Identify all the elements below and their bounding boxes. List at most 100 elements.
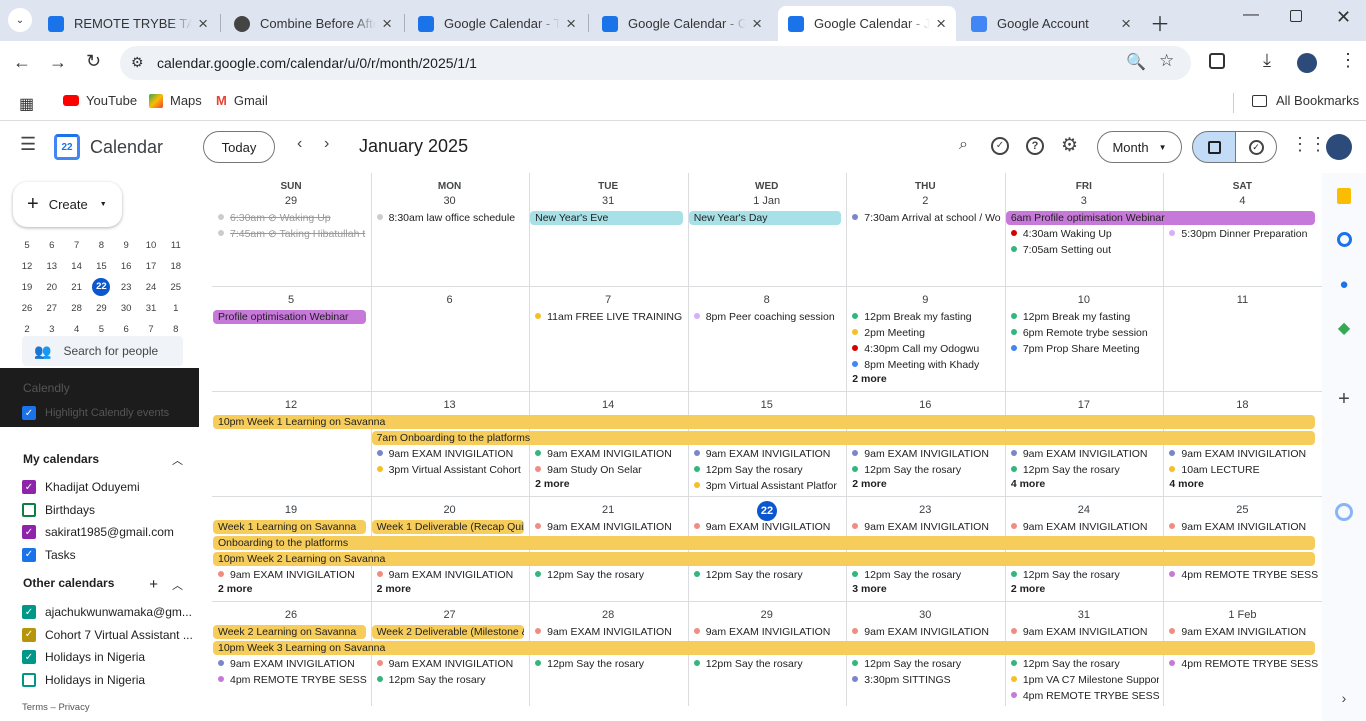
mini-calendar-day[interactable]: 28 — [65, 303, 89, 314]
timed-event[interactable]: 9am EXAM INVIGILATION — [531, 519, 684, 535]
close-tab-icon[interactable]: × — [566, 14, 576, 34]
task-check-icon[interactable]: ✓ — [991, 137, 1009, 155]
timed-event[interactable]: 10am LECTURE — [1165, 462, 1318, 478]
restore-window-button[interactable] — [1290, 10, 1302, 22]
mini-calendar-day[interactable]: 5 — [15, 240, 39, 251]
timed-event[interactable]: 9am EXAM INVIGILATION — [214, 567, 367, 583]
mini-calendar-day[interactable]: 5 — [89, 324, 113, 335]
browser-tab[interactable]: Google Calendar - Task × — [408, 6, 586, 41]
reload-icon[interactable]: ↻ — [86, 51, 101, 72]
timed-event[interactable]: 12pm Say the rosary — [531, 567, 684, 583]
all-day-event-chip[interactable]: New Year's Day — [688, 211, 842, 225]
more-events-link[interactable]: 2 more — [373, 583, 411, 595]
timed-event[interactable]: 9am EXAM INVIGILATION — [690, 624, 843, 640]
profile-avatar[interactable] — [1297, 53, 1317, 73]
timed-event[interactable]: 9am EXAM INVIGILATION — [690, 446, 843, 462]
download-icon[interactable]: ⤓ — [1263, 50, 1271, 71]
next-month-icon[interactable]: › — [324, 135, 329, 153]
settings-gear-icon[interactable]: ⚙ — [1061, 134, 1078, 157]
forward-icon[interactable]: → — [49, 52, 67, 73]
day-number[interactable]: 9 — [846, 294, 1004, 306]
timed-event[interactable]: 4pm REMOTE TRYBE SESSIO — [1007, 688, 1159, 704]
timed-event[interactable]: 9am EXAM INVIGILATION — [848, 624, 1001, 640]
timed-event[interactable]: 7:30am Arrival at school / Wo — [848, 210, 1001, 226]
day-number[interactable]: 6 — [371, 294, 529, 306]
account-avatar[interactable] — [1326, 134, 1352, 160]
apps-grid-icon[interactable]: ▦ — [19, 94, 34, 114]
checkbox[interactable]: ✓ — [22, 605, 36, 619]
timed-event[interactable]: 5:30pm Dinner Preparation — [1165, 226, 1318, 242]
mini-calendar-day[interactable]: 16 — [114, 261, 138, 272]
calendar-list-item[interactable]: Birthdays — [22, 502, 95, 517]
checkbox[interactable]: ✓ — [22, 480, 36, 494]
day-number[interactable]: 24 — [1005, 504, 1163, 516]
privacy-link[interactable]: Privacy — [58, 702, 89, 713]
timed-event[interactable]: 12pm Say the rosary — [373, 672, 526, 688]
site-info-icon[interactable]: ⚙ — [131, 54, 144, 71]
calendar-list-item[interactable]: ✓ Khadijat Oduyemi — [22, 480, 140, 494]
day-number[interactable]: 21 — [529, 504, 687, 516]
mini-calendar-day[interactable]: 30 — [114, 303, 138, 314]
address-bar[interactable]: ⚙ calendar.google.com/calendar/u/0/r/mon… — [120, 46, 1191, 80]
google-apps-icon[interactable]: ⋮⋮ — [1291, 134, 1327, 155]
day-number[interactable]: 18 — [1163, 399, 1321, 411]
day-number[interactable]: 3 — [1005, 195, 1163, 207]
timed-event[interactable]: 3pm Virtual Assistant Platfor — [690, 478, 843, 494]
day-number[interactable]: 5 — [212, 294, 370, 306]
close-tab-icon[interactable]: × — [382, 14, 392, 34]
day-number[interactable]: 29 — [688, 609, 846, 621]
mini-calendar-day[interactable]: 25 — [164, 282, 188, 293]
checkbox[interactable]: ✓ — [22, 650, 36, 664]
browser-menu-icon[interactable]: ⋮ — [1339, 50, 1357, 71]
expand-panel-icon[interactable]: › — [1334, 688, 1354, 708]
browser-tab[interactable]: REMOTE TRYBE TASK × — [38, 6, 218, 41]
day-number[interactable]: 17 — [1005, 399, 1163, 411]
timed-event[interactable]: 12pm Say the rosary — [531, 656, 684, 672]
more-events-link[interactable]: 4 more — [1165, 478, 1203, 490]
close-tab-icon[interactable]: × — [198, 14, 208, 34]
mini-calendar-day[interactable]: 8 — [164, 324, 188, 335]
timed-event[interactable]: 6pm Remote trybe session — [1007, 325, 1160, 341]
timed-event[interactable]: 1pm VA C7 Milestone Support — [1007, 672, 1159, 688]
day-number[interactable]: 1 Feb — [1163, 609, 1321, 621]
timed-event[interactable]: 12pm Say the rosary — [1007, 567, 1160, 583]
browser-tab[interactable]: Google Calendar - Ja × — [778, 6, 956, 41]
all-day-event-chip[interactable]: Week 2 Deliverable (Milestone & — [371, 625, 525, 639]
add-calendar-icon[interactable]: + — [149, 576, 158, 593]
timed-event[interactable]: 12pm Break my fasting — [848, 309, 1001, 325]
day-number[interactable]: 28 — [529, 609, 687, 621]
day-number[interactable]: 29 — [212, 195, 370, 207]
all-day-event-chip[interactable]: Week 2 Learning on Savanna — [213, 625, 366, 639]
today-button[interactable]: Today — [203, 131, 275, 163]
day-number[interactable]: 26 — [212, 609, 370, 621]
timed-event[interactable]: 12pm Break my fasting — [1007, 309, 1160, 325]
timed-event[interactable]: 8:30am law office schedule — [373, 210, 526, 226]
browser-tab[interactable]: Google Calendar - Ge × — [592, 6, 772, 41]
all-day-event-chip[interactable]: New Year's Eve — [530, 211, 683, 225]
timed-event[interactable]: 8pm Peer coaching session — [690, 309, 843, 325]
maps-icon[interactable]: ◆ — [1334, 318, 1354, 338]
timed-event[interactable]: 6:30am ⊘ Waking Up — [214, 210, 367, 226]
day-number[interactable]: 30 — [371, 195, 529, 207]
checkbox[interactable]: ✓ — [22, 627, 36, 642]
all-day-event-chip[interactable]: Onboarding to the platforms — [213, 536, 1315, 550]
calendly-highlight-toggle[interactable]: ✓ Highlight Calendly events — [22, 406, 169, 420]
day-number[interactable]: 30 — [846, 609, 1004, 621]
more-events-link[interactable]: 2 more — [531, 478, 569, 490]
timed-event[interactable]: 4:30am Waking Up — [1007, 226, 1160, 242]
mini-calendar-day[interactable]: 22 — [92, 278, 111, 296]
timed-event[interactable]: 9am EXAM INVIGILATION — [214, 656, 367, 672]
close-window-button[interactable]: ✕ — [1336, 7, 1351, 28]
mini-calendar-day[interactable]: 19 — [15, 282, 39, 293]
calendar-list-item[interactable]: ✓ Tasks — [22, 547, 76, 562]
mini-calendar-day[interactable]: 13 — [40, 261, 64, 272]
search-icon[interactable]: ⌕ — [959, 136, 968, 154]
timed-event[interactable]: 7:45am ⊘ Taking Hibatullah t — [214, 226, 367, 242]
mini-calendar-day[interactable]: 20 — [40, 282, 64, 293]
calendly-icon[interactable] — [1334, 502, 1354, 522]
day-number[interactable]: 12 — [212, 399, 370, 411]
mini-calendar-day[interactable]: 24 — [139, 282, 163, 293]
day-number[interactable]: 31 — [529, 195, 687, 207]
mini-calendar-day[interactable]: 7 — [65, 240, 89, 251]
back-icon[interactable]: ← — [13, 52, 31, 73]
